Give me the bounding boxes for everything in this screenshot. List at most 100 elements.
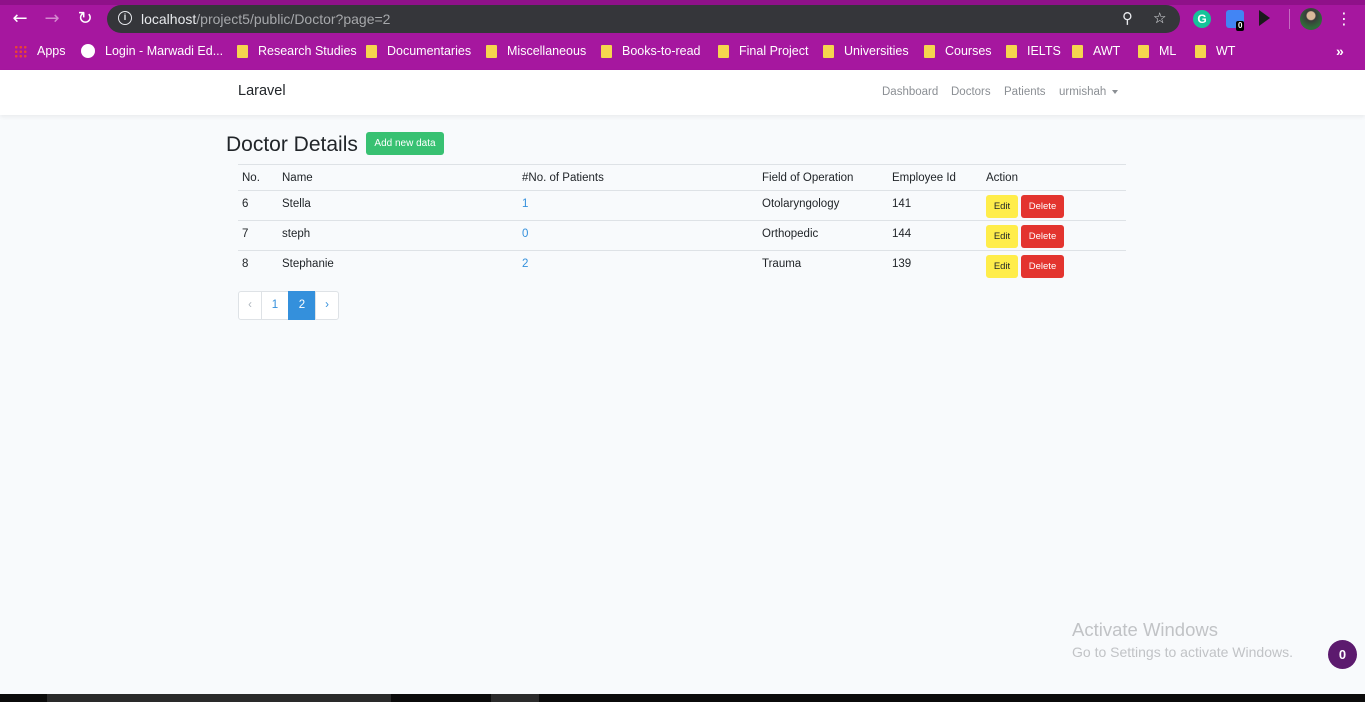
bookmark-ielts[interactable]: IELTS [1006, 38, 1061, 64]
bookmark-wt[interactable]: WT [1195, 38, 1235, 64]
bookmark-label: ML [1159, 44, 1177, 58]
bookmark-label: IELTS [1027, 44, 1061, 58]
edit-button[interactable]: Edit [986, 225, 1018, 248]
watermark-subtitle: Go to Settings to activate Windows. [1072, 644, 1293, 660]
nav-link-patients[interactable]: Patients [1004, 86, 1046, 98]
bookmark-label: Research Studies [258, 44, 357, 58]
taskbar [0, 694, 1365, 702]
cell-patients-link[interactable]: 1 [522, 198, 528, 210]
bookmark-awt[interactable]: AWT [1072, 38, 1120, 64]
header-patients: #No. of Patients [522, 172, 604, 184]
more-bookmarks-icon[interactable]: » [1336, 43, 1344, 59]
page-link-2-active[interactable]: 2 [288, 291, 316, 320]
extension-badge: 0 [1236, 21, 1245, 31]
doctors-table: No. Name #No. of Patients Field of Opera… [238, 164, 1126, 278]
table-row: 7 steph 0 Orthopedic 144 Edit Delete [238, 220, 1126, 250]
bookmark-documentaries[interactable]: Documentaries [366, 38, 471, 64]
folder-icon [237, 44, 248, 58]
edit-button[interactable]: Edit [986, 255, 1018, 278]
header-action: Action [986, 172, 1018, 184]
url-text[interactable]: localhost/project5/public/Doctor?page=2 [141, 11, 390, 27]
delete-button[interactable]: Delete [1021, 225, 1064, 248]
brand-link[interactable]: Laravel [238, 83, 286, 99]
edit-button[interactable]: Edit [986, 195, 1018, 218]
forward-icon[interactable]: → [41, 8, 63, 30]
nav-link-doctors[interactable]: Doctors [951, 86, 991, 98]
table-row: 6 Stella 1 Otolaryngology 141 Edit Delet… [238, 190, 1126, 220]
folder-icon [924, 44, 935, 58]
bookmarks-bar: Apps Login - Marwadi Ed... Research Stud… [0, 38, 1365, 64]
bookmark-login[interactable]: Login - Marwadi Ed... [81, 38, 223, 64]
page-prev-button[interactable]: ‹ [238, 291, 262, 320]
bookmark-label: Universities [844, 44, 909, 58]
bookmark-label: Login - Marwadi Ed... [105, 44, 224, 58]
delete-button[interactable]: Delete [1021, 195, 1064, 218]
cell-employee-id: 141 [892, 198, 912, 210]
floating-notification-badge[interactable]: 0 [1328, 640, 1357, 669]
cell-name: Stella [282, 198, 311, 210]
site-info-icon[interactable]: i [118, 11, 132, 25]
cell-name: Stephanie [282, 258, 334, 270]
page-next-button[interactable]: › [315, 291, 339, 320]
app-navbar: Laravel Dashboard Doctors Patients urmis… [0, 70, 1365, 115]
back-icon[interactable]: ← [9, 8, 31, 30]
cell-no: 8 [242, 258, 249, 270]
user-name: urmishah [1059, 86, 1107, 98]
bookmark-final-project[interactable]: Final Project [718, 38, 808, 64]
folder-icon [486, 44, 497, 58]
header-name: Name [282, 172, 313, 184]
bookmark-label: Final Project [739, 44, 809, 58]
table-header: No. Name #No. of Patients Field of Opera… [238, 165, 1126, 190]
user-dropdown[interactable]: urmishah [1059, 86, 1119, 98]
bookmark-apps[interactable]: Apps [14, 38, 66, 64]
bookmark-ml[interactable]: ML [1138, 38, 1176, 64]
bookmark-universities[interactable]: Universities [823, 38, 909, 64]
cell-name: steph [282, 228, 311, 240]
bookmark-label: Documentaries [387, 44, 472, 58]
profile-avatar[interactable] [1300, 8, 1322, 30]
folder-icon [718, 44, 729, 58]
toolbar-divider [1289, 9, 1290, 29]
cell-patients-link[interactable]: 2 [522, 258, 528, 270]
taskbar-app[interactable] [491, 694, 539, 702]
folder-icon [1006, 44, 1017, 58]
bookmark-courses[interactable]: Courses [924, 38, 992, 64]
pagination: ‹ 1 2 › [238, 291, 339, 320]
caret-down-icon [1112, 89, 1119, 94]
watermark-title: Activate Windows [1072, 619, 1218, 640]
url-path: /project5/public/Doctor?page=2 [196, 11, 391, 27]
bookmark-books-to-read[interactable]: Books-to-read [601, 38, 701, 64]
bookmark-research-studies[interactable]: Research Studies [237, 38, 357, 64]
header-employee-id: Employee Id [892, 172, 956, 184]
url-host: localhost [141, 11, 197, 27]
folder-icon [366, 44, 377, 58]
bookmark-label: Miscellaneous [507, 44, 587, 58]
bookmark-label: Books-to-read [622, 44, 701, 58]
chrome-menu-icon[interactable]: ⋮ [1336, 8, 1352, 30]
header-no: No. [242, 172, 260, 184]
folder-icon [601, 44, 612, 58]
cell-field: Orthopedic [762, 228, 819, 240]
cursor-extension-icon[interactable] [1259, 10, 1270, 26]
nav-link-dashboard[interactable]: Dashboard [882, 86, 938, 98]
grammarly-extension-icon[interactable]: G [1193, 10, 1211, 28]
reload-icon[interactable]: ↻ [74, 8, 96, 30]
activate-windows-watermark: Activate Windows Go to Settings to activ… [1072, 619, 1293, 660]
taskbar-search[interactable] [47, 694, 391, 702]
cell-field: Trauma [762, 258, 802, 270]
bookmark-miscellaneous[interactable]: Miscellaneous [486, 38, 586, 64]
add-new-data-button[interactable]: Add new data [366, 132, 444, 155]
zoom-icon[interactable]: ⚲ [1122, 9, 1133, 27]
cell-patients-link[interactable]: 0 [522, 228, 528, 240]
page-link-1[interactable]: 1 [261, 291, 289, 320]
cell-employee-id: 144 [892, 228, 912, 240]
folder-icon [823, 44, 834, 58]
bookmark-label: Apps [37, 44, 66, 58]
delete-button[interactable]: Delete [1021, 255, 1064, 278]
page-title: Doctor Details [226, 133, 358, 156]
bookmark-star-icon[interactable]: ☆ [1153, 9, 1166, 27]
folder-icon [1195, 44, 1206, 58]
folder-icon [1138, 44, 1149, 58]
header-field: Field of Operation [762, 172, 854, 184]
folder-icon [1072, 44, 1083, 58]
